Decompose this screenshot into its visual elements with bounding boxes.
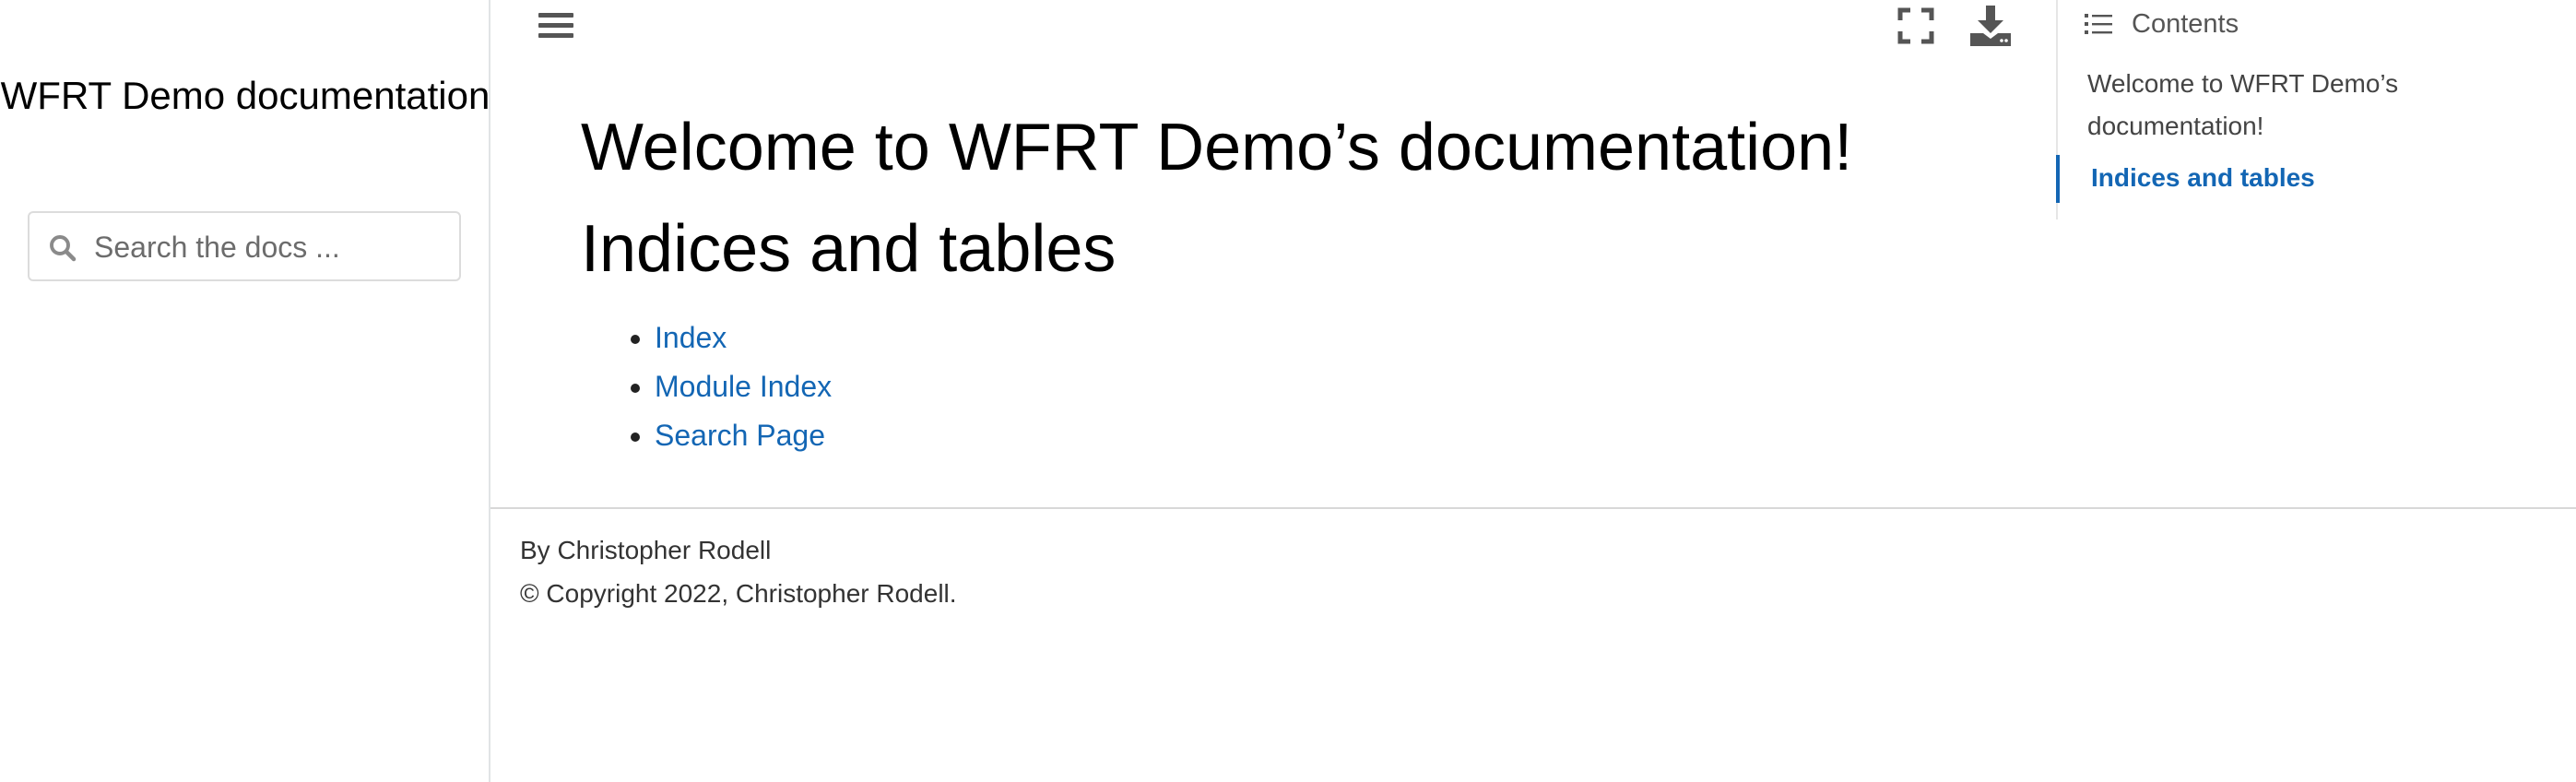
menu-toggle-button[interactable] (537, 6, 577, 46)
site-title[interactable]: WFRT Demo documentation (0, 72, 490, 120)
hamburger-menu-icon (538, 13, 573, 38)
index-link[interactable]: Index (655, 321, 727, 354)
footer-author: By Christopher Rodell (520, 536, 772, 564)
list-item: Module Index (655, 362, 2010, 411)
footer-copyright: © Copyright 2022, Christopher Rodell. (520, 579, 957, 608)
fullscreen-button[interactable] (1897, 7, 1934, 44)
link-list: Index Module Index Search Page (581, 314, 2010, 460)
search-icon (50, 235, 77, 262)
sidebar: WFRT Demo documentation (0, 0, 490, 782)
toc-header: Contents (2084, 7, 2239, 41)
section-heading: Indices and tables (581, 212, 1117, 286)
toc-item-welcome[interactable]: Welcome to WFRT Demo’s documentation! (2087, 63, 2493, 148)
footer-divider (490, 507, 2576, 509)
footer: By Christopher Rodell © Copyright 2022, … (520, 528, 957, 615)
download-button[interactable] (1968, 4, 2013, 48)
list-item: Search Page (655, 411, 2010, 460)
search-box[interactable] (28, 211, 461, 281)
search-input[interactable] (94, 222, 444, 272)
page-title: Welcome to WFRT Demo’s documentation! (581, 111, 1853, 184)
download-icon (1970, 6, 2011, 46)
table-of-contents: Contents Welcome to WFRT Demo’s document… (2056, 0, 2576, 219)
search-page-link[interactable]: Search Page (655, 419, 825, 452)
module-index-link[interactable]: Module Index (655, 370, 832, 403)
page: WFRT Demo documentation Search the docs … (0, 0, 2576, 782)
toc-title: Contents (2132, 8, 2239, 39)
main-content: Welcome to WFRT Demo’s documentation! In… (581, 101, 2010, 460)
list-icon (2085, 14, 2112, 34)
list-item: Index (655, 314, 2010, 362)
toc-active-indicator (2056, 155, 2060, 203)
toc-item-indices-and-tables[interactable]: Indices and tables (2091, 157, 2315, 199)
fullscreen-icon (1897, 7, 1934, 44)
